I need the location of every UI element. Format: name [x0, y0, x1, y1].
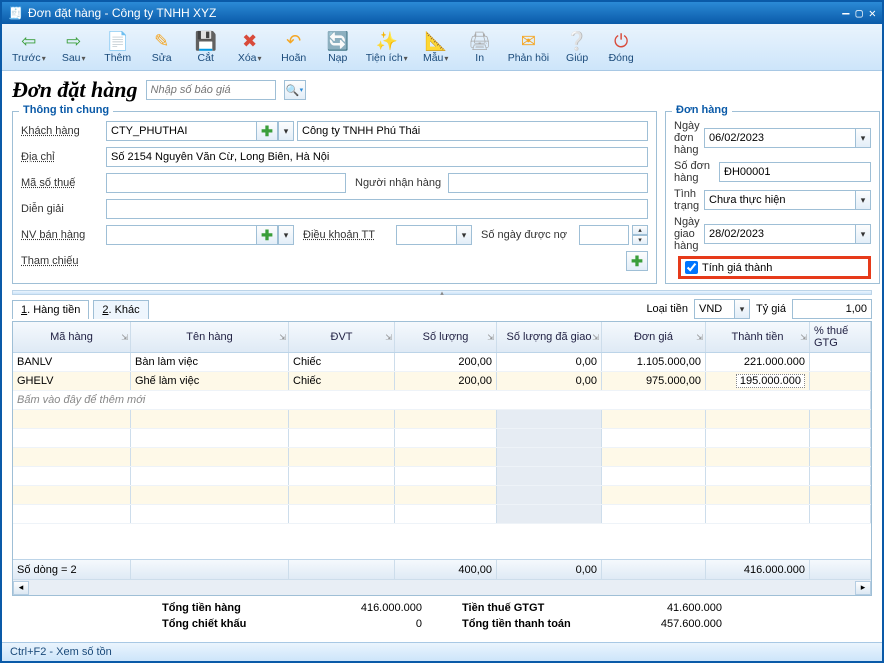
order-date-picker[interactable]: ▾ [855, 128, 871, 148]
grid-footer: Số dòng = 2400,000,00416.000.000 [13, 559, 871, 579]
general-info-panel: Thông tin chung Khách hàng ✚▾ Địa chỉ Mã… [12, 111, 657, 284]
rate-input[interactable] [792, 299, 872, 319]
terms-label[interactable]: Điều khoản TT [303, 229, 393, 241]
receiver-label: Người nhận hàng [355, 177, 445, 189]
minimize-button[interactable]: — [842, 6, 849, 20]
titlebar: 🧾 Đơn đặt hàng - Công ty TNHH XYZ — ▢ ✕ [2, 2, 882, 24]
tabs: 1. Hàng tiền 2. Khác Loại tiền ▾ Tỷ giá [12, 299, 872, 319]
undo-button[interactable]: ↶Hoãn [274, 28, 314, 66]
load-button[interactable]: 🔄Nạp [318, 28, 358, 66]
delivery-input[interactable] [704, 224, 855, 244]
main-window: 🧾 Đơn đặt hàng - Công ty TNHH XYZ — ▢ ✕ … [0, 0, 884, 663]
items-grid: Mã hàng⇲ Tên hàng⇲ ĐVT⇲ Số lượng⇲ Số lượ… [12, 321, 872, 596]
cut-button[interactable]: 💾Cắt [186, 28, 226, 66]
statusbar: Ctrl+F2 - Xem số tồn [2, 642, 882, 661]
app-icon: 🧾 [8, 6, 23, 20]
scroll-right[interactable]: ▸ [855, 581, 871, 595]
add-customer-button[interactable]: ✚ [256, 121, 278, 141]
sales-input[interactable] [106, 225, 256, 245]
tax-input[interactable] [106, 173, 346, 193]
calc-cost-checkbox[interactable] [685, 261, 698, 274]
ref-label[interactable]: Tham chiếu [21, 255, 103, 267]
add-ref-button[interactable]: ✚ [626, 251, 648, 271]
order-legend: Đơn hàng [672, 104, 732, 116]
debtdays-up[interactable]: ▴ [632, 225, 648, 235]
splitter[interactable]: ▴ [12, 290, 872, 295]
grid-header: Mã hàng⇲ Tên hàng⇲ ĐVT⇲ Số lượng⇲ Số lượ… [13, 322, 871, 353]
sales-dropdown[interactable]: ▾ [278, 225, 294, 245]
terms-dropdown[interactable]: ▾ [456, 225, 472, 245]
grid-body[interactable]: BANLVBàn làm việcChiếc200,000,001.105.00… [13, 353, 871, 559]
debtdays-input[interactable] [579, 225, 629, 245]
customer-code-input[interactable] [106, 121, 256, 141]
order-date-input[interactable] [704, 128, 855, 148]
back-button[interactable]: ⇦Trước▾ [8, 28, 50, 66]
terms-input[interactable] [396, 225, 456, 245]
table-row[interactable]: BANLVBàn làm việcChiếc200,000,001.105.00… [13, 353, 871, 372]
customer-label[interactable]: Khách hàng [21, 125, 103, 137]
currency-input[interactable] [694, 299, 734, 319]
horizontal-scrollbar[interactable]: ◂▸ [13, 579, 871, 595]
order-no-input[interactable] [719, 162, 871, 182]
sales-label[interactable]: NV bán hàng [21, 229, 103, 241]
note-input[interactable] [106, 199, 648, 219]
delivery-label: Ngày giao hàng [674, 216, 701, 252]
print-button[interactable]: 🖨In [460, 28, 500, 66]
currency-label: Loại tiền [646, 303, 688, 315]
status-dropdown[interactable]: ▾ [855, 190, 871, 210]
add-button[interactable]: 📄Thêm [98, 28, 138, 66]
note-label: Diễn giải [21, 203, 103, 215]
debtdays-label: Số ngày được nợ [481, 229, 576, 241]
page-title: Đơn đặt hàng [12, 77, 138, 103]
order-date-label: Ngày đơn hàng [674, 120, 701, 156]
calc-cost-label: Tính giá thành [702, 262, 772, 274]
help-button[interactable]: ❔Giúp [557, 28, 597, 66]
forward-button[interactable]: ⇨Sau▾ [54, 28, 94, 66]
feedback-button[interactable]: ✉Phản hồi [504, 28, 553, 66]
content: Đơn đặt hàng 🔍▾ Thông tin chung Khách hà… [2, 71, 882, 642]
receiver-input[interactable] [448, 173, 648, 193]
currency-dropdown[interactable]: ▾ [734, 299, 750, 319]
delete-button[interactable]: ✖Xóa▾ [230, 28, 270, 66]
debtdays-down[interactable]: ▾ [632, 235, 648, 245]
edit-button[interactable]: ✎Sửa [142, 28, 182, 66]
table-row[interactable]: GHELVGhế làm việcChiếc200,000,00975.000,… [13, 372, 871, 391]
rate-label: Tỷ giá [756, 303, 786, 315]
close-window-button[interactable]: ✕ [869, 6, 876, 20]
calc-cost-highlight: Tính giá thành [678, 256, 871, 279]
customer-dropdown[interactable]: ▾ [278, 121, 294, 141]
window-title: Đơn đặt hàng - Công ty TNHH XYZ [28, 6, 842, 20]
status-label: Tình trạng [674, 188, 701, 212]
totals: Tổng tiền hàng416.000.000 Tổng chiết khấ… [12, 596, 872, 636]
delivery-picker[interactable]: ▾ [855, 224, 871, 244]
tab-other[interactable]: 2. Khác [93, 300, 148, 319]
maximize-button[interactable]: ▢ [856, 6, 863, 20]
new-row[interactable]: Bấm vào đây để thêm mới [13, 391, 871, 410]
order-panel: Đơn hàng Ngày đơn hàng▾ Số đơn hàng Tình… [665, 111, 880, 284]
toolbar: ⇦Trước▾ ⇨Sau▾ 📄Thêm ✎Sửa 💾Cắt ✖Xóa▾ ↶Hoã… [2, 24, 882, 71]
quote-input[interactable] [146, 80, 276, 100]
address-input[interactable] [106, 147, 648, 167]
tab-items[interactable]: 1. Hàng tiền [12, 300, 89, 319]
general-legend: Thông tin chung [19, 104, 113, 116]
customer-name-input[interactable] [297, 121, 648, 141]
status-input[interactable] [704, 190, 855, 210]
order-no-label: Số đơn hàng [674, 160, 716, 184]
address-label[interactable]: Địa chỉ [21, 151, 103, 163]
scroll-left[interactable]: ◂ [13, 581, 29, 595]
close-button[interactable]: ⏻Đóng [601, 28, 641, 66]
tax-label[interactable]: Mã số thuế [21, 177, 103, 189]
search-quote-button[interactable]: 🔍▾ [284, 80, 306, 100]
template-button[interactable]: 📐Mẫu▾ [416, 28, 456, 66]
add-sales-button[interactable]: ✚ [256, 225, 278, 245]
util-button[interactable]: ✨Tiện ích▾ [362, 28, 412, 66]
